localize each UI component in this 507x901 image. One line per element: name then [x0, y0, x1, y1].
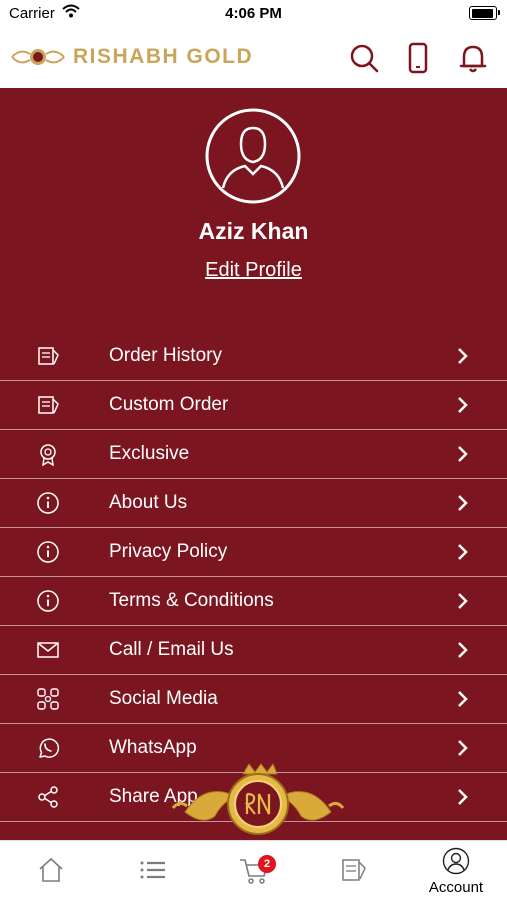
order-history-icon — [38, 347, 59, 365]
chevron-right-icon — [458, 495, 468, 511]
chevron-right-icon — [458, 544, 468, 560]
menu-item-order-history[interactable]: Order History — [0, 332, 507, 381]
tab-orders[interactable] — [303, 841, 404, 901]
bell-icon[interactable] — [457, 42, 489, 74]
chevron-right-icon — [458, 593, 468, 609]
brand-name: RISHABH GOLD — [73, 45, 254, 68]
tab-categories[interactable] — [101, 841, 202, 901]
list-icon — [140, 861, 165, 879]
menu-item-label: WhatsApp — [109, 737, 197, 758]
edit-profile-link[interactable]: Edit Profile — [0, 259, 507, 282]
order-list-icon — [342, 859, 366, 881]
info-icon — [37, 590, 59, 612]
whatsapp-icon — [39, 738, 60, 758]
chevron-right-icon — [458, 789, 468, 805]
menu-item-label: Custom Order — [109, 394, 229, 415]
menu-item-label: About Us — [109, 492, 188, 513]
menu-item-call-email[interactable]: Call / Email Us — [0, 626, 507, 675]
chevron-right-icon — [458, 740, 468, 756]
info-icon — [37, 492, 59, 514]
cart-badge: 2 — [258, 855, 276, 873]
tab-home[interactable] — [0, 841, 101, 901]
phone-icon[interactable] — [402, 42, 434, 74]
account-icon — [442, 847, 470, 875]
chevron-right-icon — [458, 642, 468, 658]
chevron-right-icon — [458, 691, 468, 707]
chevron-right-icon — [458, 348, 468, 364]
app-header: RISHABH GOLD — [0, 30, 507, 88]
user-name: Aziz Khan — [198, 218, 309, 244]
menu-item-exclusive[interactable]: Exclusive — [0, 430, 507, 479]
menu-item-custom-order[interactable]: Custom Order — [0, 381, 507, 430]
tab-cart[interactable] — [202, 841, 303, 901]
avatar-icon — [205, 108, 301, 204]
clock: 4:06 PM — [225, 5, 282, 22]
menu-item-label: Social Media — [109, 688, 218, 709]
home-icon — [39, 857, 63, 882]
chevron-right-icon — [458, 397, 468, 413]
menu-item-label: Call / Email Us — [109, 639, 234, 660]
menu-item-label: Privacy Policy — [109, 541, 228, 562]
menu-item-terms-conditions[interactable]: Terms & Conditions — [0, 577, 507, 626]
tab-account-label: Account — [428, 879, 484, 896]
menu-item-label: Terms & Conditions — [109, 590, 274, 611]
menu-item-about-us[interactable]: About Us — [0, 479, 507, 528]
share-icon — [38, 786, 58, 808]
bottom-tab-bar: 2 Account — [0, 840, 507, 901]
medal-icon — [40, 444, 56, 466]
chevron-right-icon — [458, 446, 468, 462]
battery-icon — [469, 6, 500, 20]
status-bar: Carrier 4:06 PM — [0, 0, 507, 30]
social-icon — [37, 688, 59, 710]
menu-item-privacy-policy[interactable]: Privacy Policy — [0, 528, 507, 577]
account-menu: Order History Custom Order Exclusive Abo… — [0, 332, 507, 822]
mail-icon — [37, 642, 59, 658]
menu-item-social-media[interactable]: Social Media — [0, 675, 507, 724]
brand-logo-icon — [11, 49, 65, 65]
info-icon — [37, 541, 59, 563]
custom-order-icon — [38, 396, 59, 414]
profile-panel: Aziz Khan Edit Profile Order History Cus… — [0, 88, 507, 840]
menu-item-label: Order History — [109, 345, 222, 366]
brand-emblem-icon — [171, 762, 345, 835]
menu-item-label: Exclusive — [109, 443, 190, 464]
search-icon[interactable] — [348, 42, 380, 74]
